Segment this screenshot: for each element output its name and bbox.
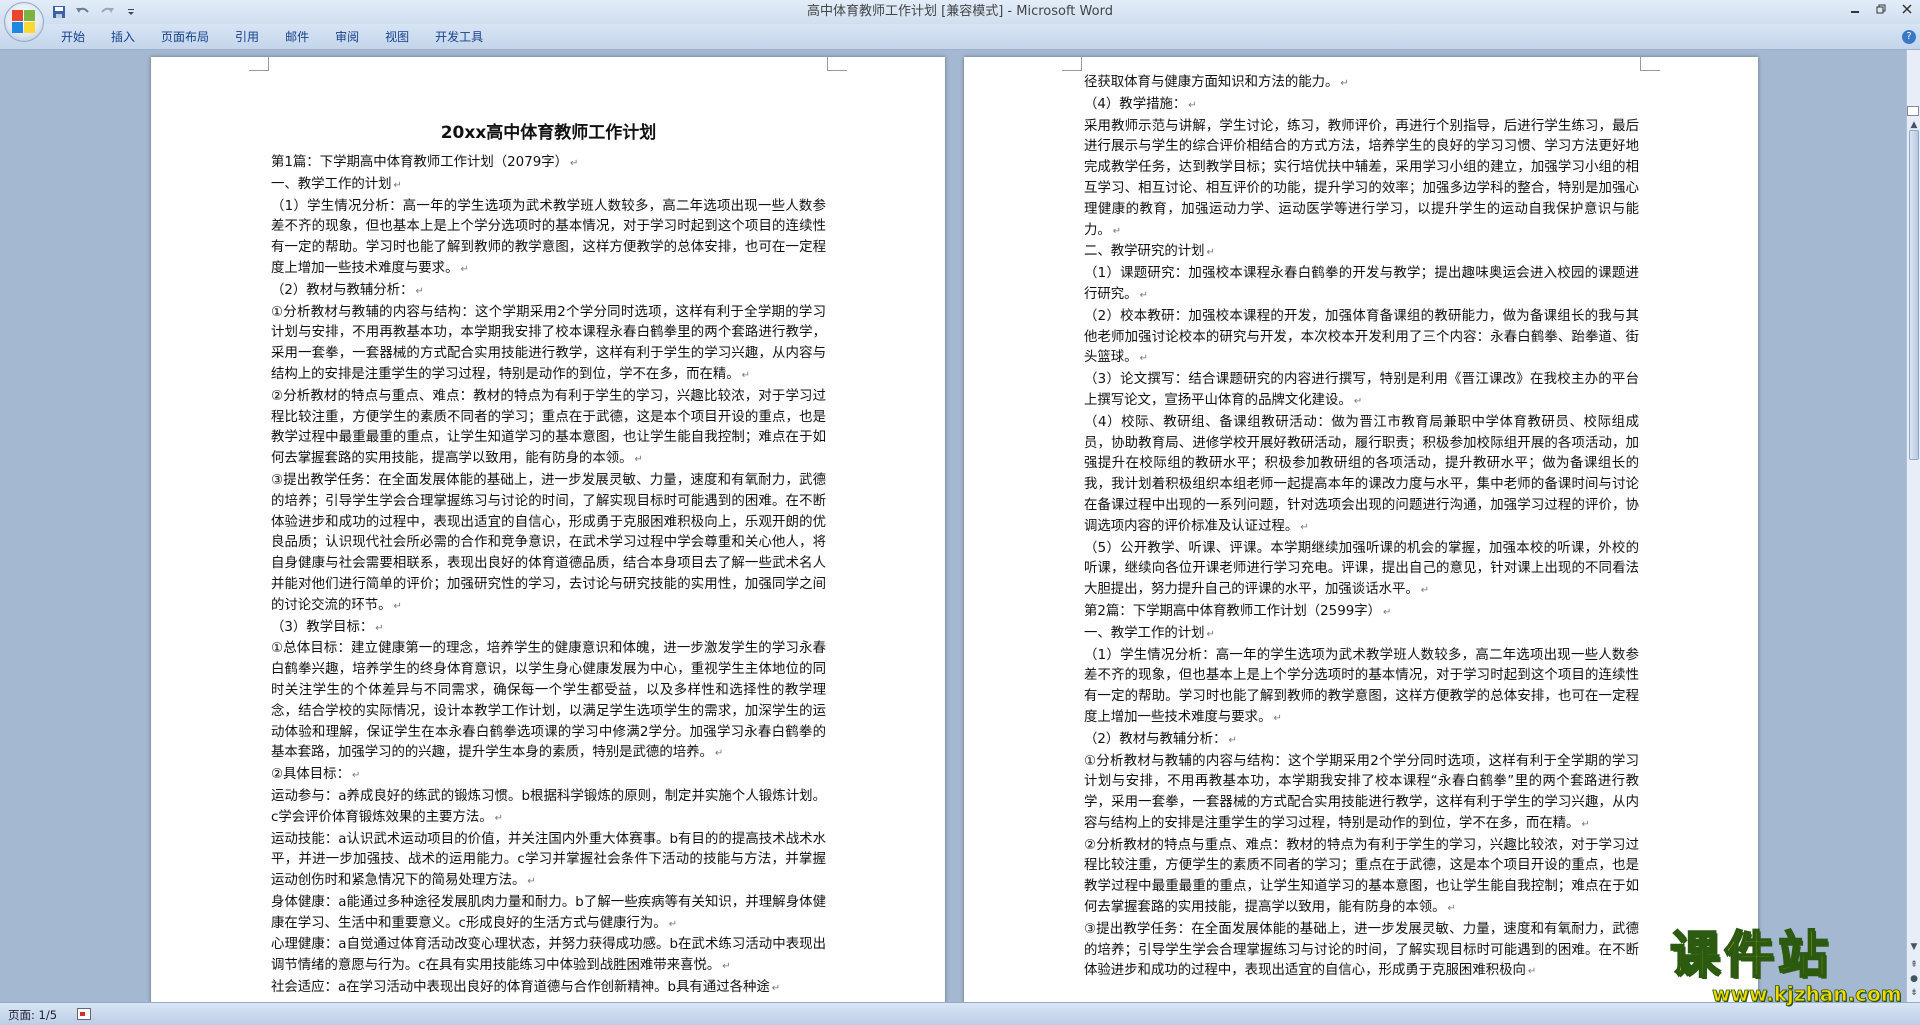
customize-icon[interactable] — [122, 4, 140, 20]
paragraph-list: 径获取体育与健康方面知识和方法的能力。（4）教学措施：采用教师示范与讲解，学生讨… — [1084, 73, 1639, 983]
save-icon[interactable] — [50, 4, 68, 20]
paragraph: ②具体目标： — [271, 765, 826, 787]
paragraph: （2）教材与教辅分析： — [271, 281, 826, 303]
paragraph: 第2篇：下学期高中体育教师工作计划（2599字） — [1084, 602, 1639, 624]
paragraph-list: 第1篇：下学期高中体育教师工作计划（2079字）一、教学工作的计划（1）学生情况… — [271, 153, 826, 1000]
crop-mark — [827, 57, 847, 71]
paragraph: ③提出教学任务：在全面发展体能的基础上，进一步发展灵敏、力量，速度和有氧耐力，武… — [1084, 920, 1639, 983]
paragraph: 径获取体育与健康方面知识和方法的能力。 — [1084, 73, 1639, 95]
document-page-2[interactable]: 径获取体育与健康方面知识和方法的能力。（4）教学措施：采用教师示范与讲解，学生讨… — [964, 57, 1758, 1002]
close-icon[interactable] — [1894, 0, 1920, 18]
paragraph: （1）学生情况分析：高一年的学生选项为武术教学班人数较多，高二年选项出现一些人数… — [271, 197, 826, 281]
window-controls — [1842, 0, 1920, 20]
page-count[interactable]: 页面: 1/5 — [8, 1007, 57, 1023]
paragraph: （1）课题研究：加强校本课程永春白鹤拳的开发与教学；提出趣味奥运会进入校园的课题… — [1084, 264, 1639, 307]
ribbon-tab-bar: 开始 插入 页面布局 引用 邮件 审阅 视图 开发工具 ? — [0, 24, 1920, 50]
undo-icon[interactable] — [74, 4, 92, 20]
document-page-1[interactable]: 20xx高中体育教师工作计划 第1篇：下学期高中体育教师工作计划（2079字）一… — [151, 57, 945, 1002]
watermark-logo: 课件站 www.kjzhan.com — [1669, 925, 1910, 1007]
status-bar: 页面: 1/5 — [0, 1002, 1920, 1025]
document-title: 20xx高中体育教师工作计划 — [440, 123, 657, 143]
tab-review[interactable]: 审阅 — [322, 24, 372, 50]
paragraph: ②分析教材的特点与重点、难点：教材的特点为有利于学生的学习，兴趣比较浓，对于学习… — [1084, 836, 1639, 920]
tab-developer[interactable]: 开发工具 — [422, 24, 496, 50]
paragraph: ②分析教材的特点与重点、难点：教材的特点为有利于学生的学习，兴趣比较浓，对于学习… — [271, 387, 826, 471]
paragraph: 运动技能：a认识武术运动项目的价值，并关注国内外重大体赛事。b有目的的提高技术战… — [271, 830, 826, 893]
tab-insert[interactable]: 插入 — [98, 24, 148, 50]
document-area[interactable]: 20xx高中体育教师工作计划 第1篇：下学期高中体育教师工作计划（2079字）一… — [0, 50, 1906, 1002]
tab-references[interactable]: 引用 — [222, 24, 272, 50]
help-icon[interactable]: ? — [1902, 30, 1916, 44]
crop-mark — [249, 57, 269, 71]
scrollbar-thumb[interactable] — [1909, 130, 1919, 460]
paragraph: （5）公开教学、听课、评课。本学期继续加强听课的机会的掌握，加强本校的听课，外校… — [1084, 539, 1639, 602]
crop-mark — [1062, 57, 1082, 71]
paragraph: ①总体目标：建立健康第一的理念，培养学生的健康意识和体魄，进一步激发学生的学习永… — [271, 639, 826, 765]
paragraph: 采用教师示范与讲解，学生讨论，练习，教师评价，再进行个别指导，后进行学生练习，最… — [1084, 117, 1639, 243]
paragraph: 一、教学工作的计划 — [1084, 624, 1639, 646]
paragraph: 运动参与：a养成良好的练武的锻炼习惯。b根据科学锻炼的原则，制定并实施个人锻炼计… — [271, 787, 826, 830]
paragraph: 社会适应：a在学习活动中表现出良好的体育道德与合作创新精神。b具有通过各种途 — [271, 978, 826, 1000]
minimize-icon[interactable] — [1842, 0, 1868, 18]
paragraph: 第1篇：下学期高中体育教师工作计划（2079字） — [271, 153, 826, 175]
paragraph: ①分析教材与教辅的内容与结构：这个学期采用2个学分同时选项，这样有利于全学期的学… — [271, 303, 826, 387]
ruler-toggle-icon[interactable] — [1907, 106, 1919, 116]
title-bar: 高中体育教师工作计划 [兼容模式] - Microsoft Word — [0, 0, 1920, 24]
paragraph: （2）校本教研：加强校本课程的开发，加强体育备课组的教研能力，做为备课组长的我与… — [1084, 307, 1639, 370]
watermark-url: www.kjzhan.com — [1712, 982, 1902, 1007]
tab-view[interactable]: 视图 — [372, 24, 422, 50]
paragraph: ①分析教材与教辅的内容与结构：这个学期采用2个学分同时选项，这样有利于全学期的学… — [1084, 752, 1639, 836]
paragraph: （4）教学措施： — [1084, 95, 1639, 117]
office-button[interactable] — [4, 2, 44, 42]
paragraph: （2）教材与教辅分析： — [1084, 730, 1639, 752]
page-body: 径获取体育与健康方面知识和方法的能力。（4）教学措施：采用教师示范与讲解，学生讨… — [1084, 73, 1639, 983]
paragraph: 心理健康：a自觉通过体育活动改变心理状态，并努力获得成功感。b在武术练习活动中表… — [271, 935, 826, 978]
restore-icon[interactable] — [1868, 0, 1894, 18]
redo-icon[interactable] — [98, 4, 116, 20]
page-body: 20xx高中体育教师工作计划 第1篇：下学期高中体育教师工作计划（2079字）一… — [271, 120, 826, 1000]
paragraph: （3）论文撰写：结合课题研究的内容进行撰写，特别是利用《晋江课改》在我校主办的平… — [1084, 370, 1639, 413]
paragraph: 二、教学研究的计划 — [1084, 242, 1639, 264]
paragraph: （4）校际、教研组、备课组教研活动：做为晋江市教育局兼职中学体育教研员、校际组成… — [1084, 413, 1639, 539]
paragraph: ③提出教学任务：在全面发展体能的基础上，进一步发展灵敏、力量，速度和有氧耐力，武… — [271, 471, 826, 618]
crop-mark — [1640, 57, 1660, 71]
tab-mailings[interactable]: 邮件 — [272, 24, 322, 50]
quick-access-toolbar — [50, 3, 140, 21]
paragraph: （1）学生情况分析：高一年的学生选项为武术教学班人数较多，高二年选项出现一些人数… — [1084, 646, 1639, 730]
window-title: 高中体育教师工作计划 [兼容模式] - Microsoft Word — [807, 4, 1113, 19]
tab-page-layout[interactable]: 页面布局 — [148, 24, 222, 50]
paragraph: 一、教学工作的计划 — [271, 175, 826, 197]
macro-record-icon[interactable] — [77, 1008, 91, 1020]
watermark-text: 课件站 — [1669, 925, 1832, 985]
vertical-scrollbar[interactable]: ▲ ▼ ⇞ ● ⇟ — [1906, 50, 1920, 1002]
tab-home[interactable]: 开始 — [48, 24, 98, 50]
paragraph: 身体健康：a能通过多种途径发展肌肉力量和耐力。b了解一些疾病等有关知识，并理解身… — [271, 893, 826, 936]
ribbon-tabs: 开始 插入 页面布局 引用 邮件 审阅 视图 开发工具 — [48, 24, 496, 50]
paragraph: （3）教学目标： — [271, 618, 826, 640]
office-logo-icon — [12, 10, 36, 34]
